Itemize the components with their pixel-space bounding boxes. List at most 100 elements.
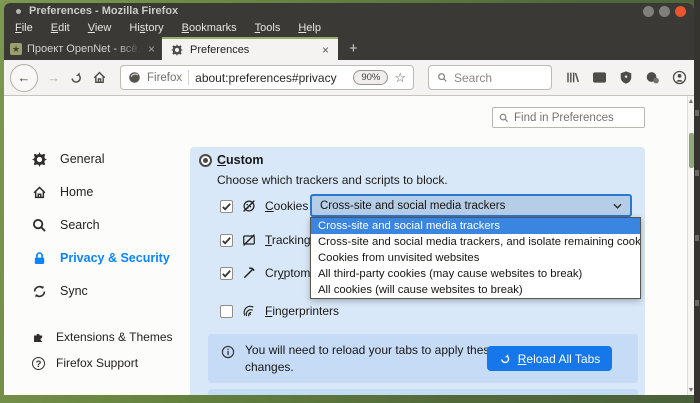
- search-icon: [499, 113, 509, 123]
- home-icon[interactable]: [92, 70, 107, 85]
- custom-radio-label[interactable]: Custom: [217, 153, 264, 167]
- tab-title: Preferences: [190, 44, 249, 56]
- zoom-level-badge[interactable]: 90%: [353, 70, 388, 85]
- sphere-extension-icon[interactable]: [645, 70, 660, 85]
- opennet-favicon-star-icon: ★: [10, 43, 22, 55]
- toolbar-icons: ≡: [565, 69, 700, 86]
- tab-preferences[interactable]: Preferences ×: [162, 37, 338, 60]
- reload-message: You will need to reload your tabs to app…: [245, 342, 507, 375]
- sidebar-item-general[interactable]: General: [32, 150, 104, 168]
- firefox-window: Preferences - Mozilla Firefox File Edit …: [4, 3, 694, 395]
- cookies-row: Cookies: [220, 196, 308, 216]
- menu-view[interactable]: View: [79, 22, 121, 34]
- home-icon: [32, 185, 47, 200]
- search-icon: [32, 218, 47, 233]
- tab-close-icon[interactable]: ×: [322, 43, 329, 57]
- sidebar-label: Extensions & Themes: [56, 330, 173, 344]
- cryptominers-checkbox[interactable]: [220, 267, 233, 280]
- sidebar-label: General: [60, 152, 104, 166]
- window-title: Preferences - Mozilla Firefox: [29, 5, 178, 17]
- cookies-select-popup: Cross-site and social media trackers Cro…: [310, 217, 641, 299]
- menu-history[interactable]: History: [120, 22, 172, 34]
- identity-icon[interactable]: [128, 71, 141, 84]
- close-window-button[interactable]: [675, 6, 686, 17]
- search-icon: [437, 72, 448, 83]
- navigation-toolbar: ← → Firefox about:preferences#privacy: [4, 60, 694, 96]
- sidebar-panel-icon[interactable]: [592, 71, 607, 84]
- sidebar-item-search[interactable]: Search: [32, 216, 100, 234]
- site-identity-label: Firefox: [147, 72, 182, 84]
- scroll-down-arrow[interactable]: [689, 388, 693, 392]
- sidebar-item-extensions-themes[interactable]: Extensions & Themes: [32, 328, 173, 346]
- minimize-button[interactable]: [643, 6, 654, 17]
- fingerprinters-checkbox[interactable]: [220, 305, 233, 318]
- bookmark-star-icon[interactable]: ☆: [394, 70, 406, 86]
- library-icon[interactable]: [565, 70, 580, 85]
- forward-button[interactable]: →: [47, 70, 60, 85]
- scrollbar-thumb[interactable]: [689, 133, 694, 168]
- select-value: Cross-site and social media trackers: [320, 200, 505, 212]
- select-option[interactable]: Cross-site and social media trackers, an…: [311, 234, 640, 250]
- page-scrollbar[interactable]: [687, 96, 694, 395]
- sidebar-item-sync[interactable]: Sync: [32, 282, 88, 300]
- fingerprint-icon: [242, 304, 256, 318]
- sidebar-label: Firefox Support: [56, 356, 138, 370]
- search-bar[interactable]: [428, 65, 552, 90]
- select-option[interactable]: Cookies from unvisited websites: [311, 250, 640, 266]
- menu-edit[interactable]: Edit: [42, 22, 79, 34]
- select-option[interactable]: All third-party cookies (may cause websi…: [311, 266, 640, 282]
- titlebar: Preferences - Mozilla Firefox: [4, 3, 694, 19]
- new-tab-button[interactable]: +: [338, 37, 369, 60]
- reload-all-tabs-button[interactable]: Reload All Tabs: [487, 346, 612, 371]
- sidebar-label: Search: [60, 218, 100, 232]
- sidebar-item-firefox-support[interactable]: ? Firefox Support: [32, 354, 138, 372]
- next-settings-box: [208, 389, 638, 395]
- find-input[interactable]: [514, 112, 629, 124]
- gear-icon: [32, 152, 47, 167]
- tracking-content-checkbox[interactable]: [220, 234, 233, 247]
- info-icon: [221, 345, 235, 359]
- menu-tools[interactable]: Tools: [246, 22, 290, 34]
- select-option[interactable]: All cookies (will cause websites to brea…: [311, 282, 640, 298]
- shield-extension-icon[interactable]: [619, 70, 633, 85]
- select-option[interactable]: Cross-site and social media trackers: [311, 218, 640, 234]
- sidebar-label: Sync: [60, 284, 88, 298]
- reload-tabs-infobox: You will need to reload your tabs to app…: [208, 334, 638, 383]
- chevron-down-icon: [613, 203, 622, 209]
- background-window-strip: [694, 0, 700, 403]
- tab-title: Проект OpenNet - всё, что: [27, 43, 143, 55]
- tracking-content-blocked-icon: [242, 233, 256, 247]
- question-icon: ?: [32, 357, 45, 370]
- account-icon[interactable]: [672, 70, 687, 85]
- url-bar[interactable]: Firefox about:preferences#privacy 90% ☆: [120, 65, 414, 90]
- sidebar-item-home[interactable]: Home: [32, 183, 93, 201]
- gear-icon: [171, 44, 183, 56]
- menu-help[interactable]: Help: [289, 22, 330, 34]
- urlbar-separator: [188, 70, 189, 85]
- tab-close-icon[interactable]: ×: [148, 42, 155, 56]
- tab-bar: ★ Проект OpenNet - всё, что × Preference…: [4, 37, 694, 60]
- fingerprinters-row: Fingerprinters: [220, 301, 339, 321]
- reload-icon[interactable]: [69, 71, 83, 85]
- fingerprinters-label: Fingerprinters: [265, 304, 339, 318]
- custom-description: Choose which trackers and scripts to blo…: [217, 173, 448, 187]
- menu-file[interactable]: File: [6, 22, 42, 34]
- menu-bookmarks[interactable]: Bookmarks: [173, 22, 246, 34]
- sidebar-item-privacy-security[interactable]: Privacy & Security: [32, 249, 170, 267]
- sync-icon: [32, 284, 47, 299]
- cookies-checkbox[interactable]: [220, 200, 233, 213]
- scroll-up-arrow[interactable]: [689, 99, 693, 103]
- find-in-preferences[interactable]: [492, 107, 645, 128]
- preferences-page: General Home Search: [4, 96, 694, 395]
- menubar: File Edit View History Bookmarks Tools H…: [4, 19, 694, 37]
- sidebar-label: Privacy & Security: [60, 251, 170, 265]
- cookies-select[interactable]: Cross-site and social media trackers: [310, 194, 632, 217]
- tab-opennet[interactable]: ★ Проект OpenNet - всё, что ×: [4, 37, 162, 60]
- reload-icon: [499, 353, 511, 365]
- back-button[interactable]: ←: [10, 64, 38, 92]
- maximize-button[interactable]: [659, 6, 670, 17]
- url-address[interactable]: about:preferences#privacy: [195, 71, 336, 85]
- sidebar-label: Home: [60, 185, 93, 199]
- custom-radio[interactable]: [199, 154, 212, 167]
- search-input[interactable]: [454, 71, 532, 85]
